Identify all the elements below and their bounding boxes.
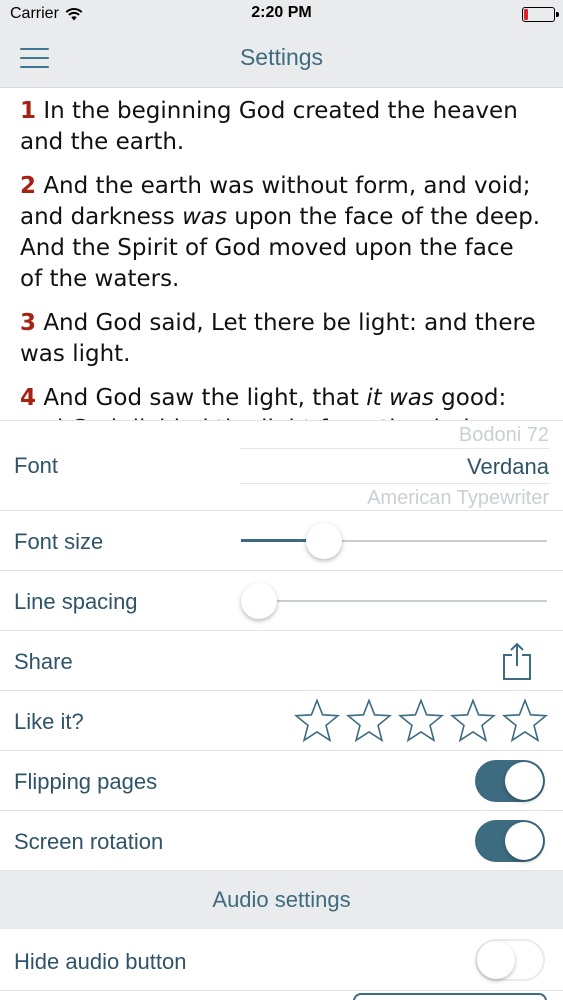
verse-number: 2: [20, 173, 37, 199]
font-option-american-typewriter[interactable]: American Typewriter: [367, 487, 549, 510]
line-spacing-row: Line spacing: [0, 571, 563, 631]
font-option-verdana-selected[interactable]: Verdana: [467, 454, 549, 480]
hide-audio-row: Hide audio button: [0, 929, 563, 991]
like-label: Like it?: [14, 709, 84, 734]
status-time: 2:20 PM: [251, 4, 312, 21]
verse: 1 In the beginning God created the heave…: [20, 96, 543, 158]
font-picker[interactable]: Bodoni 72 Verdana American Typewriter: [240, 421, 549, 511]
verse-number: 3: [20, 310, 37, 336]
star-outline-icon[interactable]: [501, 698, 549, 744]
settings-list: Font Bodoni 72 Verdana American Typewrit…: [0, 420, 563, 1000]
verse-number: 1: [20, 98, 37, 124]
share-icon[interactable]: [500, 641, 534, 681]
verse: 4 And God saw the light, that it was goo…: [20, 383, 543, 420]
page-title: Settings: [239, 44, 324, 70]
screen-rotation-toggle[interactable]: [475, 820, 545, 862]
verse-number: 4: [20, 385, 37, 411]
navigation-bar: Settings: [0, 28, 563, 88]
screen-rotation-label: Screen rotation: [14, 829, 164, 854]
line-spacing-slider-thumb[interactable]: [241, 583, 277, 619]
verse-italic-text: was: [182, 204, 227, 230]
star-outline-icon[interactable]: [449, 698, 497, 744]
verse-italic-text: it was: [366, 385, 434, 411]
star-outline-icon[interactable]: [345, 698, 393, 744]
font-size-label: Font size: [14, 529, 104, 554]
star-outline-icon[interactable]: [293, 698, 341, 744]
audio-settings-header: Audio settings: [0, 871, 563, 929]
font-size-slider[interactable]: [241, 523, 547, 559]
flipping-pages-label: Flipping pages: [14, 769, 158, 794]
font-size-row: Font size: [0, 511, 563, 571]
font-row: Font Bodoni 72 Verdana American Typewrit…: [0, 421, 563, 511]
star-rating[interactable]: [293, 698, 549, 744]
flipping-pages-row: Flipping pages: [0, 751, 563, 811]
like-row: Like it?: [0, 691, 563, 751]
verse-text: In the beginning God created the heaven …: [20, 98, 518, 155]
status-bar: Carrier 2:20 PM: [0, 0, 563, 28]
verse-text: And God saw the light, that: [43, 385, 367, 411]
star-outline-icon[interactable]: [397, 698, 445, 744]
hide-audio-label: Hide audio button: [14, 949, 187, 974]
font-size-slider-thumb[interactable]: [305, 523, 342, 559]
verse: 2 And the earth was without form, and vo…: [20, 171, 543, 295]
font-option-bodoni[interactable]: Bodoni 72: [459, 424, 549, 447]
font-label: Font: [14, 453, 59, 478]
reading-preview: 1 In the beginning God created the heave…: [0, 88, 563, 420]
verse-text: And God said, Let there be light: and th…: [20, 310, 536, 367]
line-spacing-label: Line spacing: [14, 589, 138, 614]
flipping-pages-toggle[interactable]: [475, 760, 545, 802]
hide-audio-toggle[interactable]: [475, 939, 545, 981]
battery-icon: [522, 7, 559, 22]
verse: 3 And God said, Let there be light: and …: [20, 308, 543, 370]
share-label: Share: [14, 649, 73, 674]
screen-rotation-row: Screen rotation: [0, 811, 563, 871]
line-spacing-slider[interactable]: [241, 583, 547, 619]
partial-control[interactable]: [353, 993, 547, 1000]
share-row[interactable]: Share: [0, 631, 563, 691]
